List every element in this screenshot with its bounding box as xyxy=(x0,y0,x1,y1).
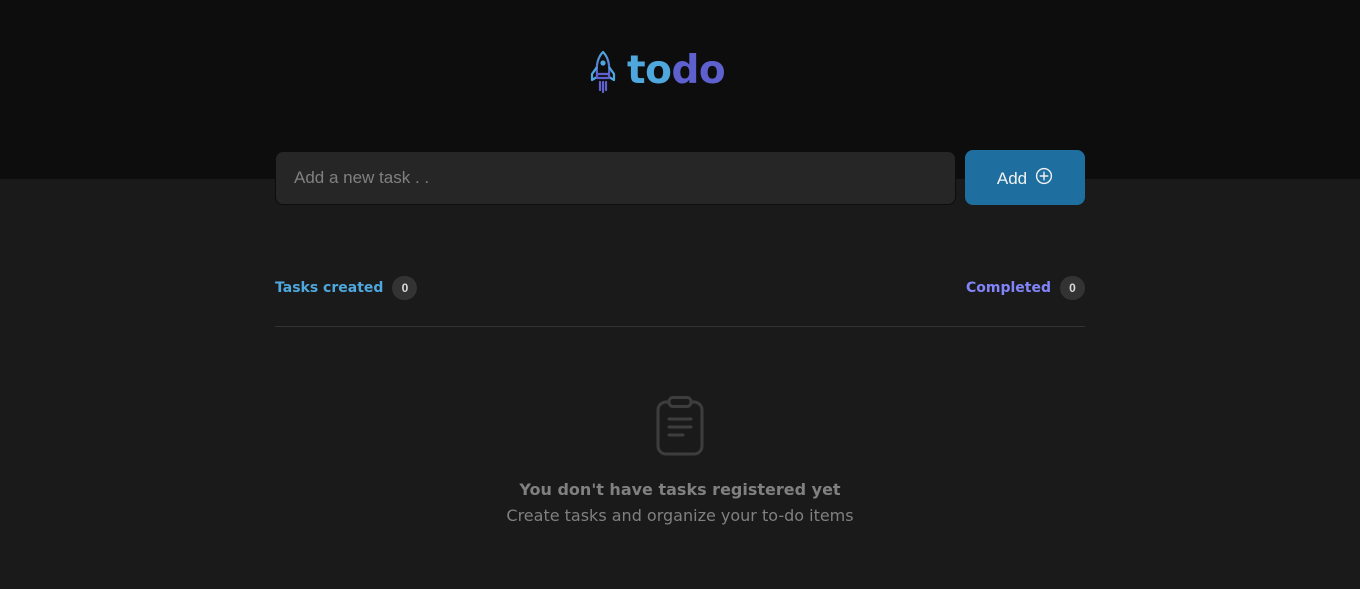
completed-label: Completed xyxy=(965,280,1051,296)
empty-state: You don't have tasks registered yet Crea… xyxy=(275,396,1085,528)
add-task-button[interactable]: Add xyxy=(965,150,1085,205)
tasks-created-label: Tasks created xyxy=(275,280,384,296)
logo: todo xyxy=(589,47,726,96)
new-task-input[interactable] xyxy=(275,151,956,205)
completed-badge: 0 xyxy=(1060,276,1085,300)
tasks-created-counter: Tasks created 0 xyxy=(275,276,418,300)
empty-state-title: You don't have tasks registered yet xyxy=(519,480,841,499)
empty-state-subtitle: Create tasks and organize your to-do ite… xyxy=(506,506,854,525)
tasks-created-badge: 0 xyxy=(392,276,418,300)
completed-counter: Completed 0 xyxy=(966,276,1085,300)
add-button-label: Add xyxy=(996,168,1028,188)
logo-text-to: to xyxy=(627,47,672,93)
plus-circle-icon xyxy=(1036,167,1053,184)
rocket-icon xyxy=(590,50,616,94)
clipboard-icon xyxy=(656,396,704,456)
logo-text: todo xyxy=(627,47,726,93)
logo-text-do: do xyxy=(671,47,726,93)
list-divider xyxy=(275,326,1085,327)
task-counters: Tasks created 0 Completed 0 xyxy=(275,276,1085,300)
